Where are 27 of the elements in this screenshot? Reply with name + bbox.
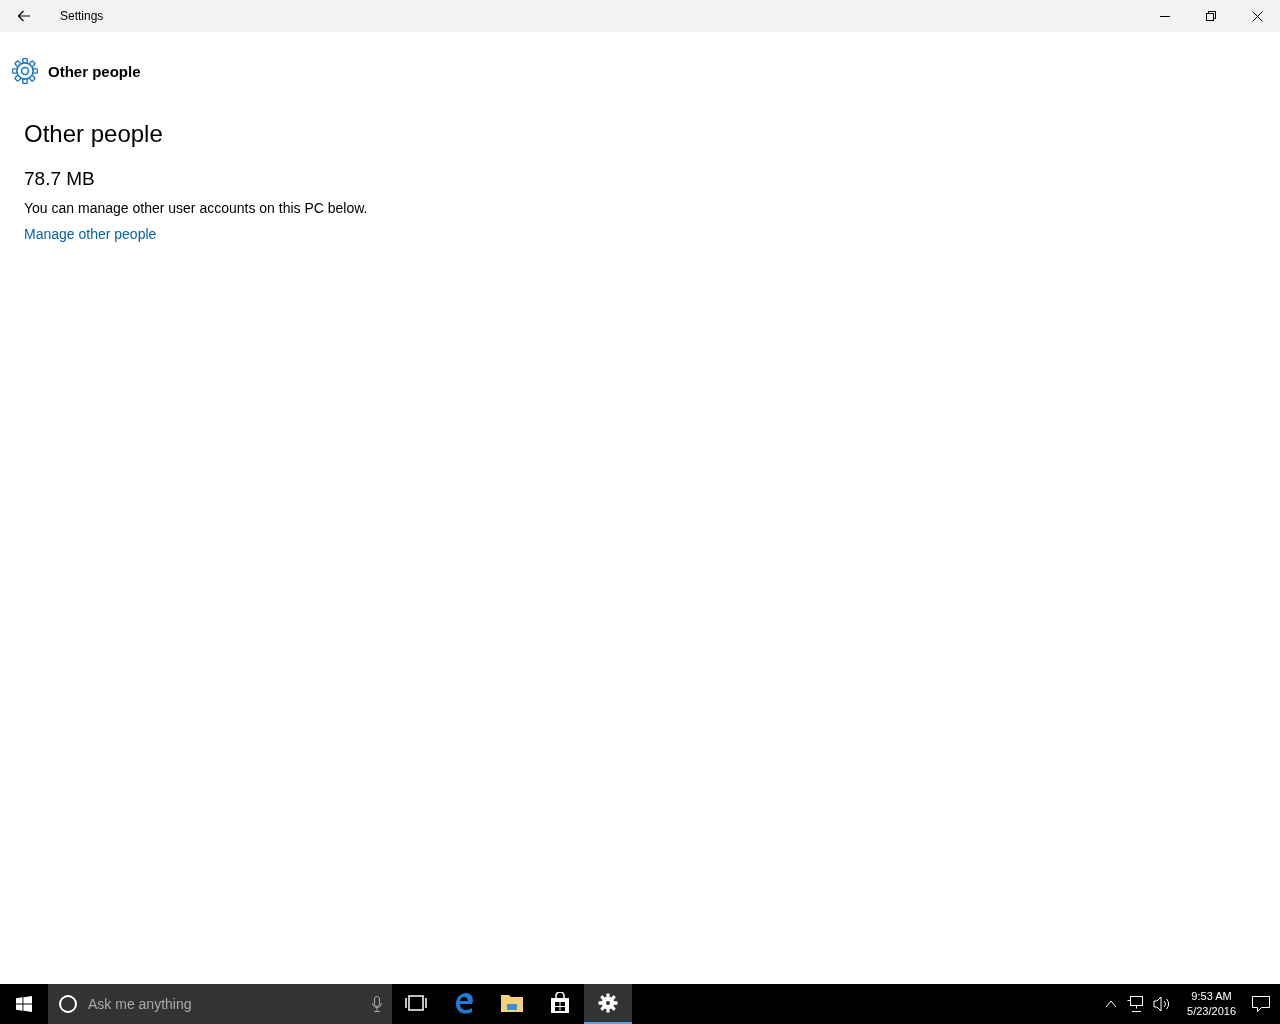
description-text: You can manage other user accounts on this PC below. xyxy=(24,200,369,216)
search-bar[interactable]: Ask me anything xyxy=(48,984,392,1024)
windows-logo-icon xyxy=(16,996,32,1012)
search-input[interactable]: Ask me anything xyxy=(86,995,364,1013)
chevron-up-icon xyxy=(1105,1000,1118,1008)
page-heading: Other people xyxy=(24,120,164,148)
shopping-bag-icon xyxy=(549,992,571,1014)
browser-e-icon xyxy=(453,992,475,1014)
taskbar-app-button[interactable] xyxy=(584,984,632,1024)
close-icon xyxy=(1251,10,1263,22)
microphone-icon xyxy=(372,996,382,1012)
gear-icon xyxy=(12,58,38,84)
clock-time[interactable]: 9:53 AM xyxy=(1191,989,1232,1004)
speaker-icon xyxy=(1153,996,1172,1012)
storage-size: 78.7 MB xyxy=(24,168,96,190)
clock-date[interactable]: 5/23/2016 xyxy=(1187,1004,1236,1019)
page-header-title: Other people xyxy=(48,62,141,80)
network-icon xyxy=(1127,996,1144,1012)
circle-icon xyxy=(58,994,78,1014)
notification-icon[interactable] xyxy=(1252,996,1270,1012)
gear-icon xyxy=(598,993,618,1013)
back-arrow-icon xyxy=(17,10,31,22)
manage-link[interactable]: Manage other people xyxy=(24,226,157,242)
task-view-icon xyxy=(405,995,427,1011)
restore-icon xyxy=(1206,11,1216,21)
folder-icon xyxy=(500,993,524,1013)
window-title: Settings xyxy=(60,9,104,23)
